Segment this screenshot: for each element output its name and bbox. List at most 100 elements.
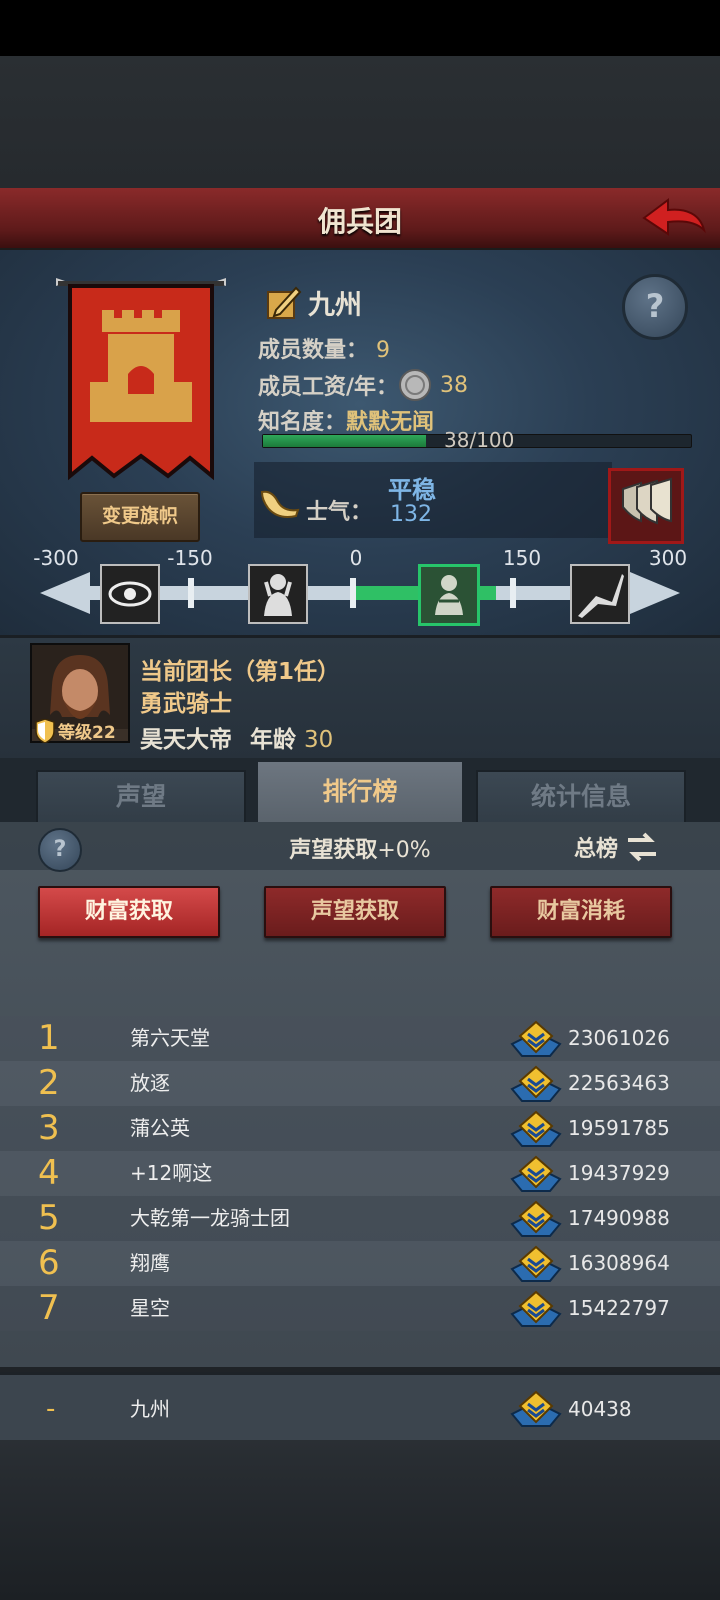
wealth-emblem-icon [510,1200,562,1237]
status-bar [0,0,720,56]
reputation-rate-label: 声望获取 [289,838,378,863]
members-label: 成员数量： [258,338,369,363]
rank-number: - [46,1394,56,1424]
total-board-toggle[interactable]: 总榜 [574,830,660,864]
eye-icon[interactable] [100,564,160,624]
horn-icon [260,490,300,518]
guild-name: 蒲公英 [130,1116,190,1140]
leaderboard-row[interactable]: 1 第六天堂 23061026 [0,1016,720,1061]
edit-name-icon[interactable] [266,284,302,320]
guild-name: +12啊这 [130,1161,213,1185]
leaderboard-row[interactable]: 4 +12啊这 19437929 [0,1151,720,1196]
leaderboard-row[interactable]: 7 星空 15422797 [0,1286,720,1331]
rank-number: 5 [38,1198,60,1238]
tick-label: -150 [167,546,213,570]
wealth-value: 15422797 [568,1296,670,1320]
salary-value: 38 [440,372,469,398]
captain-name-row: 昊天大帝 年龄 30 [140,720,333,754]
shield-wall-icon [622,477,672,525]
wealth-emblem-icon [510,1020,562,1057]
reputation-gain-button[interactable]: 声望获取 [264,886,446,938]
captain-heading: 当前团长（第1任） [140,659,341,685]
page-title: 佣兵团 [317,205,402,238]
rank-number: 7 [38,1288,60,1328]
fame-label: 知名度： [258,410,347,435]
leaderboard-row[interactable]: 6 翔鹰 16308964 [0,1241,720,1286]
charging-icon[interactable] [570,564,630,624]
captain-name: 昊天大帝 [140,727,232,753]
guild-name: 九州 [130,1397,170,1421]
leaderboard-list: 1 第六天堂 23061026 2 放逐 22563463 3 蒲公英 19591785 4 +12… [0,1016,720,1331]
leaderboard-row[interactable]: 5 大乾第一龙骑士团 17490988 [0,1196,720,1241]
tick-label: 150 [502,546,542,570]
guild-name: 大乾第一龙骑士团 [130,1206,290,1230]
shield-level-icon [35,718,55,743]
members-value: 9 [376,338,391,363]
guild-name: 星空 [130,1296,170,1320]
wealth-emblem-icon [510,1390,562,1427]
guild-info-panel: 变更旗帜 九州 ? 成员数量： 9 成员工资/年： 38 知名度：默默无闻 38/… [0,250,720,638]
wealth-emblem-icon [510,1155,562,1192]
total-board-label: 总榜 [574,837,619,862]
morale-state: 平稳 [388,476,436,504]
leaderboard-row[interactable]: 3 蒲公英 19591785 [0,1106,720,1151]
captain-panel: 等级22 当前团长（第1任） 勇武骑士 昊天大帝 年龄 30 [0,638,720,758]
guild-name: 放逐 [130,1071,170,1095]
wealth-emblem-icon [510,1065,562,1102]
wealth-value: 19591785 [568,1116,670,1140]
wealth-value: 22563463 [568,1071,670,1095]
guild-name-row: 九州 [266,282,362,322]
tab-leaderboard[interactable]: 排行榜 [258,762,462,822]
tab-reputation[interactable]: 声望 [36,770,246,824]
morale-label: 士气： [306,500,373,525]
own-rank-row[interactable]: - 九州 40438 [0,1372,720,1443]
leaderboard-panel: ? 声望获取+0% 总榜 财富获取 声望获取 财富消耗 1 第六天堂 2306102… [0,822,720,1367]
back-button[interactable] [642,196,706,242]
leaderboard-row[interactable]: 2 放逐 22563463 [0,1061,720,1106]
banner-flag-icon [56,278,226,481]
salary-row: 成员工资/年： 38 [258,368,468,402]
captain-title: 勇武骑士 [140,691,232,717]
wealth-value: 17490988 [568,1206,670,1230]
age-value: 30 [304,727,334,753]
wealth-value: 23061026 [568,1026,670,1050]
tick-label: -300 [33,546,79,570]
members-row: 成员数量： 9 [258,332,390,364]
change-flag-button[interactable]: 变更旗帜 [80,492,200,542]
tab-statistics[interactable]: 统计信息 [476,770,686,824]
wealth-value: 16308964 [568,1251,670,1275]
salary-label: 成员工资/年： [258,375,399,400]
silver-coin-icon [399,369,432,401]
title-bar: 佣兵团 [0,188,720,250]
wealth-emblem-icon [510,1290,562,1327]
fame-row: 知名度：默默无闻 [258,404,434,436]
wealth-emblem-icon [510,1245,562,1282]
reputation-rate-value: +0% [377,838,431,863]
rank-number: 2 [38,1063,60,1103]
bottom-backdrop [0,1440,720,1600]
fame-progress-fill [263,435,426,447]
tick-label: 0 [349,546,363,570]
tick-label: 300 [648,546,688,570]
age-label: 年龄 [250,727,297,753]
rank-number: 6 [38,1243,60,1283]
help-button[interactable]: ? [622,274,688,340]
wealth-emblem-icon [510,1110,562,1147]
guild-name: 翔鹰 [130,1251,170,1275]
top-backdrop [0,56,720,188]
guild-name: 九州 [308,289,362,321]
back-arrow-icon [642,198,706,236]
distressed-icon[interactable] [248,564,308,624]
morale-value: 132 [390,502,432,527]
wealth-gain-button[interactable]: 财富获取 [38,886,220,938]
swap-arrows-icon [628,832,657,862]
rank-number: 4 [38,1153,60,1193]
wealth-value: 40438 [568,1397,632,1421]
rank-number: 1 [38,1018,60,1058]
shield-formation-button[interactable] [608,468,684,544]
guild-name: 第六天堂 [130,1026,210,1050]
level-text: 等级22 [58,723,116,743]
fame-progress-text: 38/100 [444,428,515,452]
wealth-spent-button[interactable]: 财富消耗 [490,886,672,938]
calm-icon[interactable] [418,564,480,626]
